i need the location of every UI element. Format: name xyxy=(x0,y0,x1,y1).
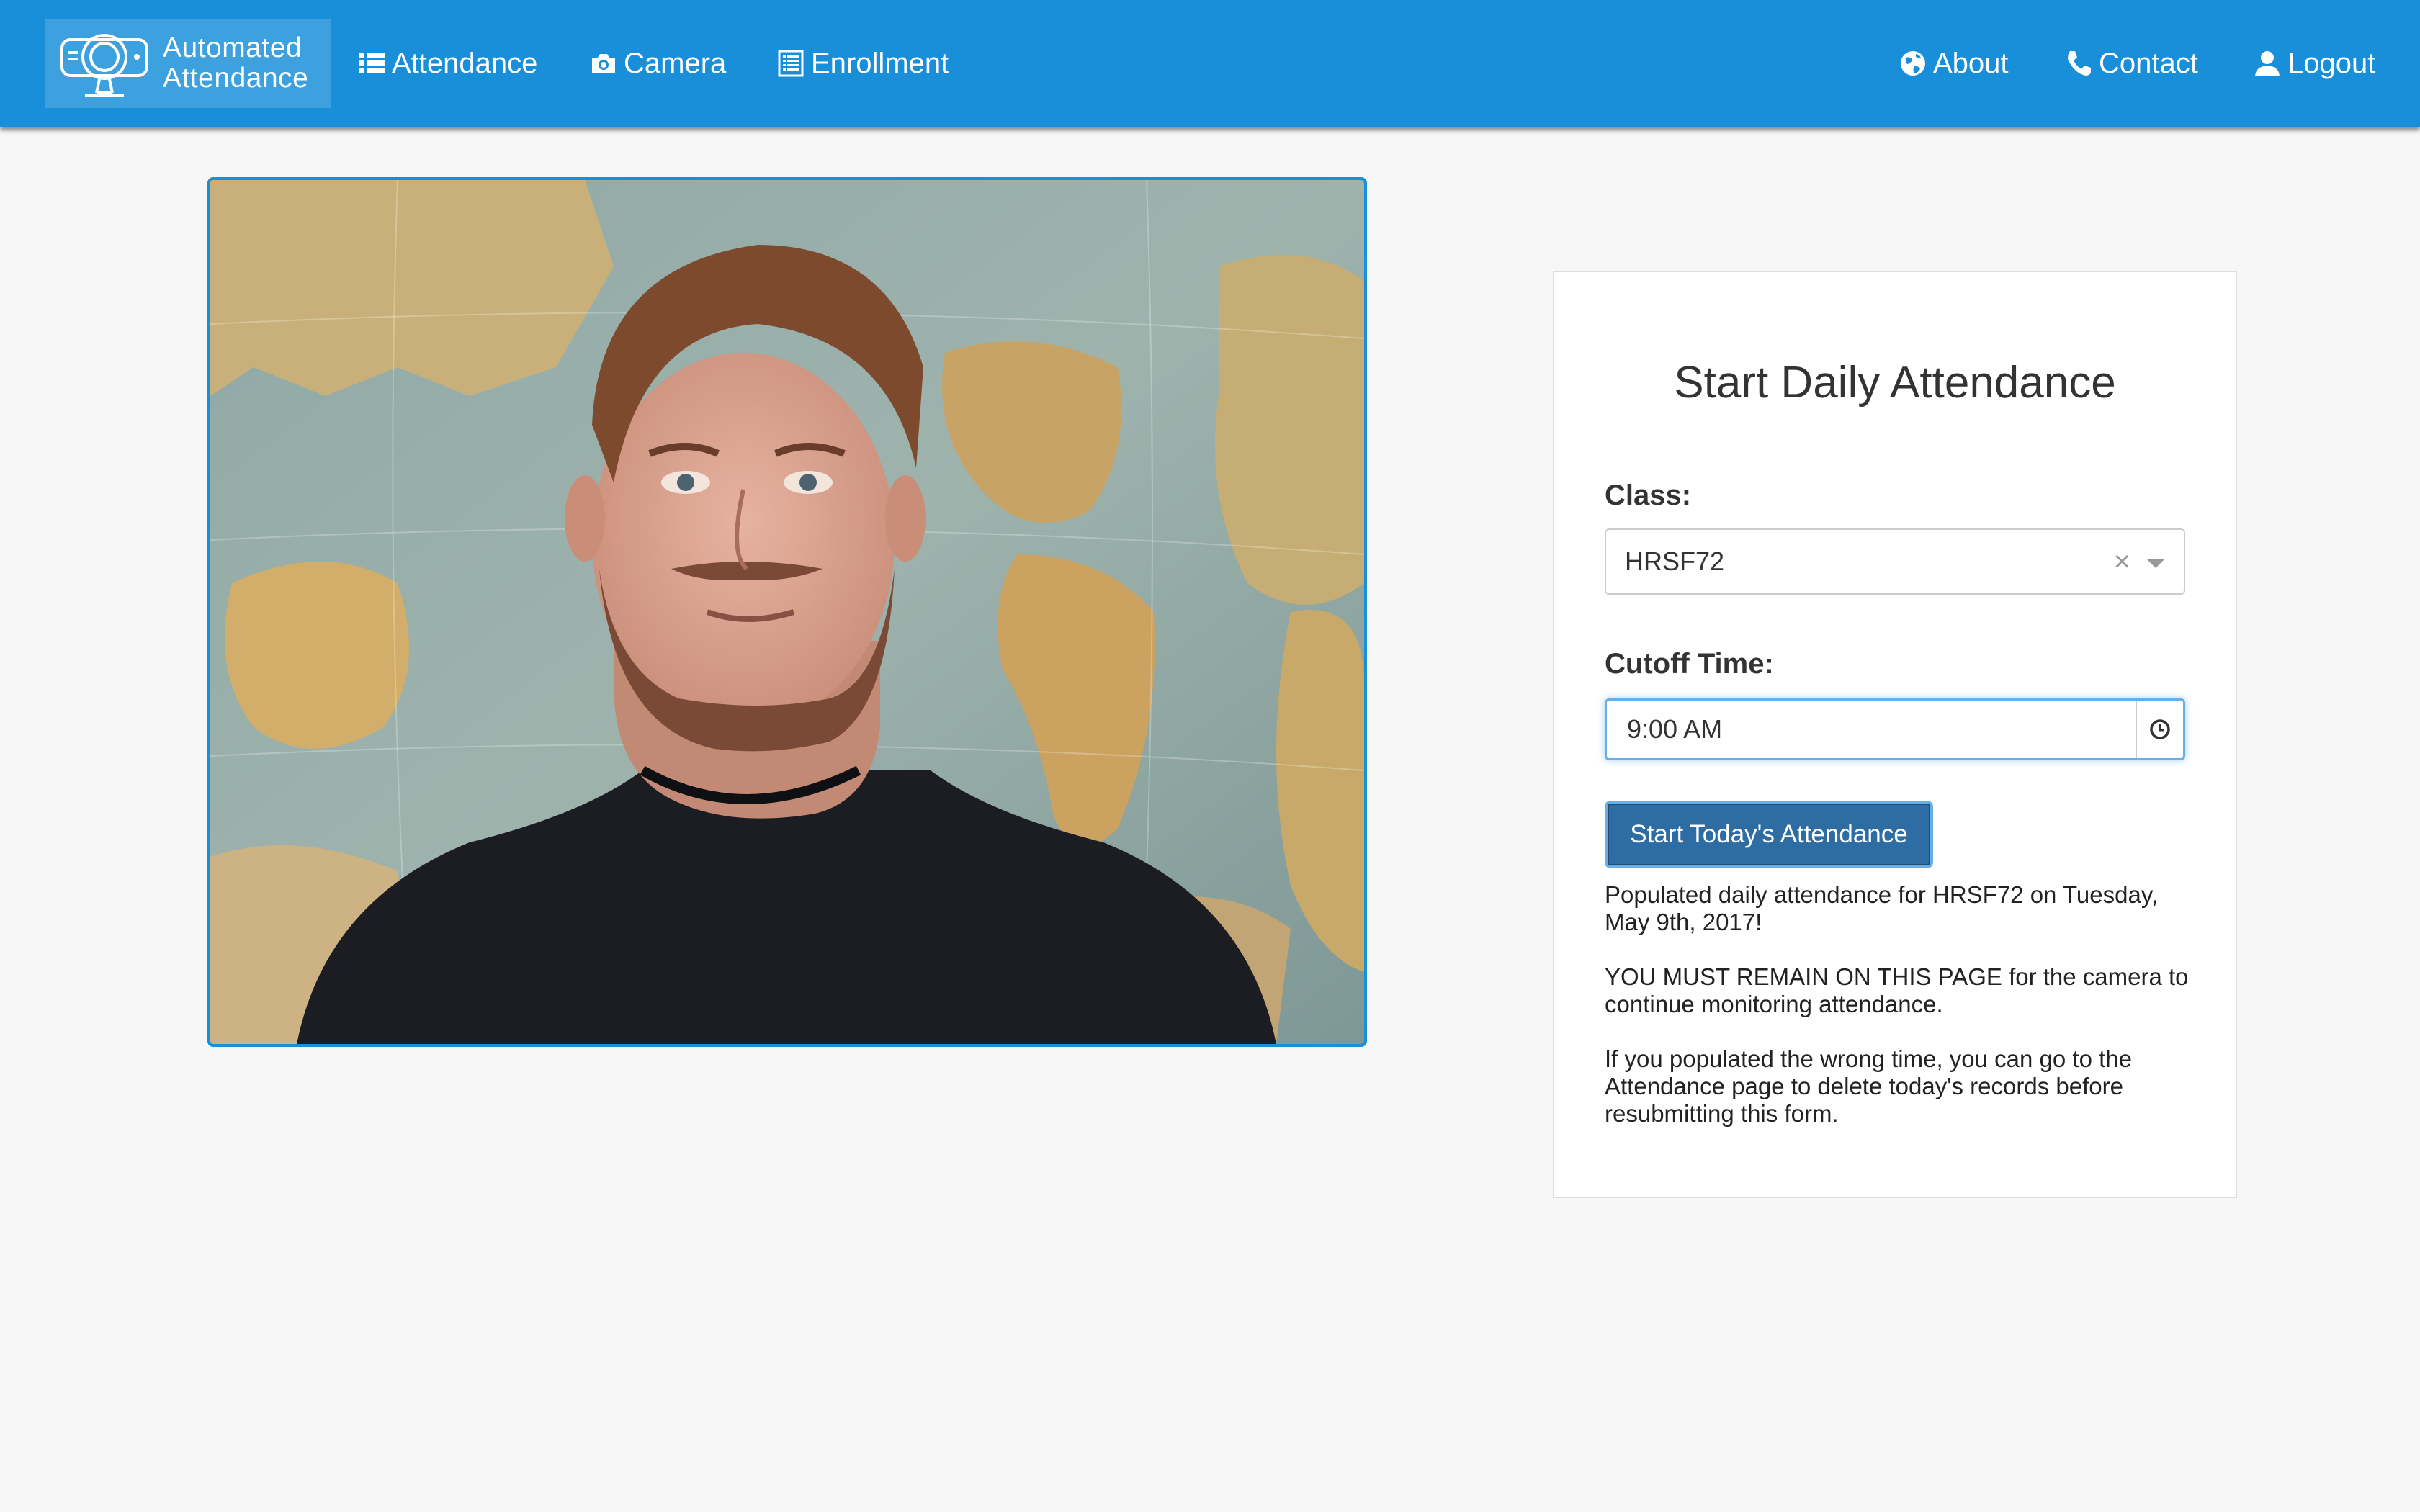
list-alt-icon xyxy=(778,50,804,77)
nav-camera-label: Camera xyxy=(624,47,727,79)
nav-about[interactable]: About xyxy=(1899,0,2009,127)
time-picker-button[interactable] xyxy=(2136,701,2183,758)
cutoff-time-field xyxy=(1605,698,2185,760)
cutoff-time-input[interactable] xyxy=(1607,701,2136,758)
camera-robot-logo-icon xyxy=(60,34,148,97)
cutoff-time-label: Cutoff Time: xyxy=(1605,648,1774,680)
nav-contact[interactable]: Contact xyxy=(2064,0,2198,127)
nav-attendance[interactable]: Attendance xyxy=(357,0,537,127)
nav-camera[interactable]: Camera xyxy=(589,0,726,127)
user-icon xyxy=(2255,51,2280,76)
brand-name-line2: Attendance xyxy=(163,63,309,94)
phone-icon xyxy=(2068,51,2091,76)
brand-home-link[interactable]: Automated Attendance xyxy=(45,19,331,108)
brand-name-line1: Automated xyxy=(163,32,302,63)
class-select[interactable]: HRSF72 × xyxy=(1605,528,2185,595)
clear-selection-icon[interactable]: × xyxy=(2114,543,2130,580)
info-message: If you populated the wrong time, you can… xyxy=(1605,1045,2132,1127)
nav-enrollment-label: Enrollment xyxy=(811,47,949,79)
warning-message: YOU MUST REMAIN ON THIS PAGE for the cam… xyxy=(1605,963,2189,1017)
nav-logout[interactable]: Logout xyxy=(2253,0,2375,127)
start-attendance-button[interactable]: Start Today's Attendance xyxy=(1605,801,1933,868)
webcam-video-image xyxy=(210,180,1364,1044)
form-title: Start Daily Attendance xyxy=(1674,358,2116,408)
nav-about-label: About xyxy=(1933,47,2009,79)
globe-icon xyxy=(1901,51,1925,76)
camera-icon xyxy=(592,54,615,73)
attendance-form-panel: Start Daily Attendance Class: HRSF72 × C… xyxy=(1553,271,2237,1198)
top-navbar: Automated Attendance Attendance Camera E… xyxy=(0,0,2420,127)
clock-icon xyxy=(2150,719,2170,739)
class-label: Class: xyxy=(1605,480,1692,511)
nav-enrollment[interactable]: Enrollment xyxy=(776,0,949,127)
list-icon xyxy=(359,53,385,73)
nav-contact-label: Contact xyxy=(2099,47,2198,79)
success-message: Populated daily attendance for HRSF72 on… xyxy=(1605,881,2159,935)
chevron-down-icon[interactable] xyxy=(2146,559,2165,568)
camera-feed xyxy=(207,177,1367,1047)
class-select-value: HRSF72 xyxy=(1625,546,1725,576)
nav-logout-label: Logout xyxy=(2287,47,2376,79)
nav-attendance-label: Attendance xyxy=(392,47,538,79)
